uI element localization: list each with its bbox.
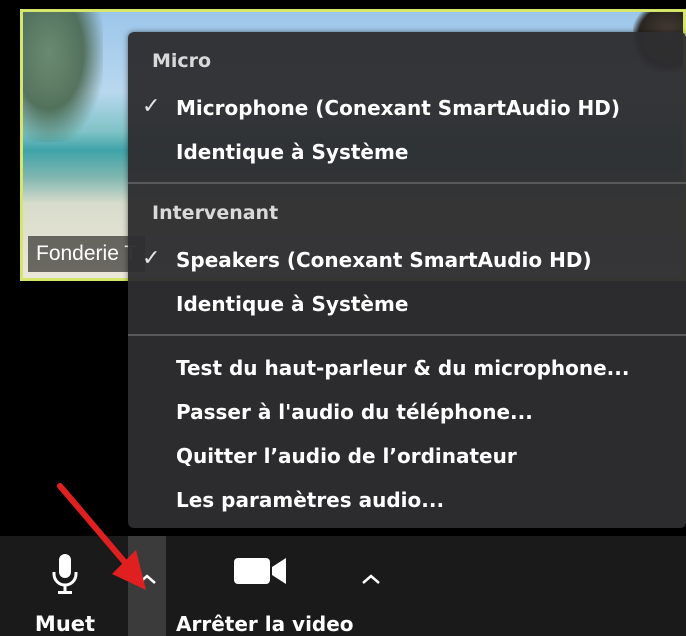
red-annotation-arrow-icon — [57, 483, 146, 590]
